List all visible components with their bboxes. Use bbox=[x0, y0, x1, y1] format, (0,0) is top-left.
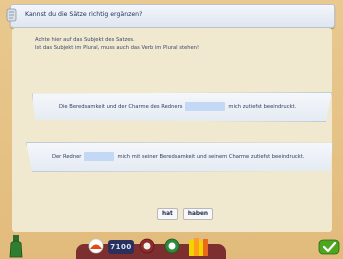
bottom-toolbar: 7100 bbox=[0, 232, 343, 259]
counter-display: 7100 bbox=[108, 240, 134, 254]
books-icon[interactable] bbox=[188, 236, 214, 256]
sentence-1-after: mich zutiefst beeindruckt. bbox=[228, 103, 297, 110]
magnifier-icon[interactable] bbox=[138, 238, 156, 254]
choice-hat[interactable]: hat bbox=[157, 208, 178, 220]
sentence-2-blank[interactable] bbox=[84, 152, 115, 161]
sentence-2: Der Redner mich mit seiner Beredsamkeit … bbox=[52, 152, 304, 161]
sentence-2-before: Der Redner bbox=[52, 153, 82, 160]
answer-choices: hat haben bbox=[157, 208, 214, 220]
page-title: Kannst du die Sätze richtig ergänzen? bbox=[25, 11, 143, 18]
check-icon[interactable] bbox=[318, 239, 340, 255]
bottle-icon[interactable] bbox=[8, 234, 24, 258]
sentence-1-blank[interactable] bbox=[185, 102, 226, 111]
scroll-icon bbox=[5, 7, 19, 23]
header-banner: Kannst du die Sätze richtig ergänzen? bbox=[6, 4, 335, 28]
hat-icon[interactable] bbox=[86, 238, 106, 254]
sentence-1: Die Beredsamkeit und der Charme des Redn… bbox=[59, 102, 296, 111]
choice-haben[interactable]: haben bbox=[182, 208, 214, 220]
sentence-card-2: Der Redner mich mit seiner Beredsamkeit … bbox=[26, 142, 333, 172]
instruction-line-1: Achte hier auf das Subjekt des Satzes. bbox=[35, 37, 135, 43]
sentence-card-1: Die Beredsamkeit und der Charme des Redn… bbox=[32, 92, 332, 122]
sentence-1-before: Die Beredsamkeit und der Charme des Redn… bbox=[59, 103, 183, 110]
instruction-text: Achte hier auf das Subjekt des Satzes. I… bbox=[35, 36, 199, 52]
sentence-2-after: mich mit seiner Beredsamkeit und seinem … bbox=[117, 153, 305, 160]
instruction-line-2: Ist das Subjekt im Plural, muss auch das… bbox=[35, 45, 200, 51]
clock-icon[interactable] bbox=[163, 238, 181, 254]
app-frame: Kannst du die Sätze richtig ergänzen? Ac… bbox=[0, 0, 343, 259]
exercise-panel: Achte hier auf das Subjekt des Satzes. I… bbox=[12, 28, 333, 232]
